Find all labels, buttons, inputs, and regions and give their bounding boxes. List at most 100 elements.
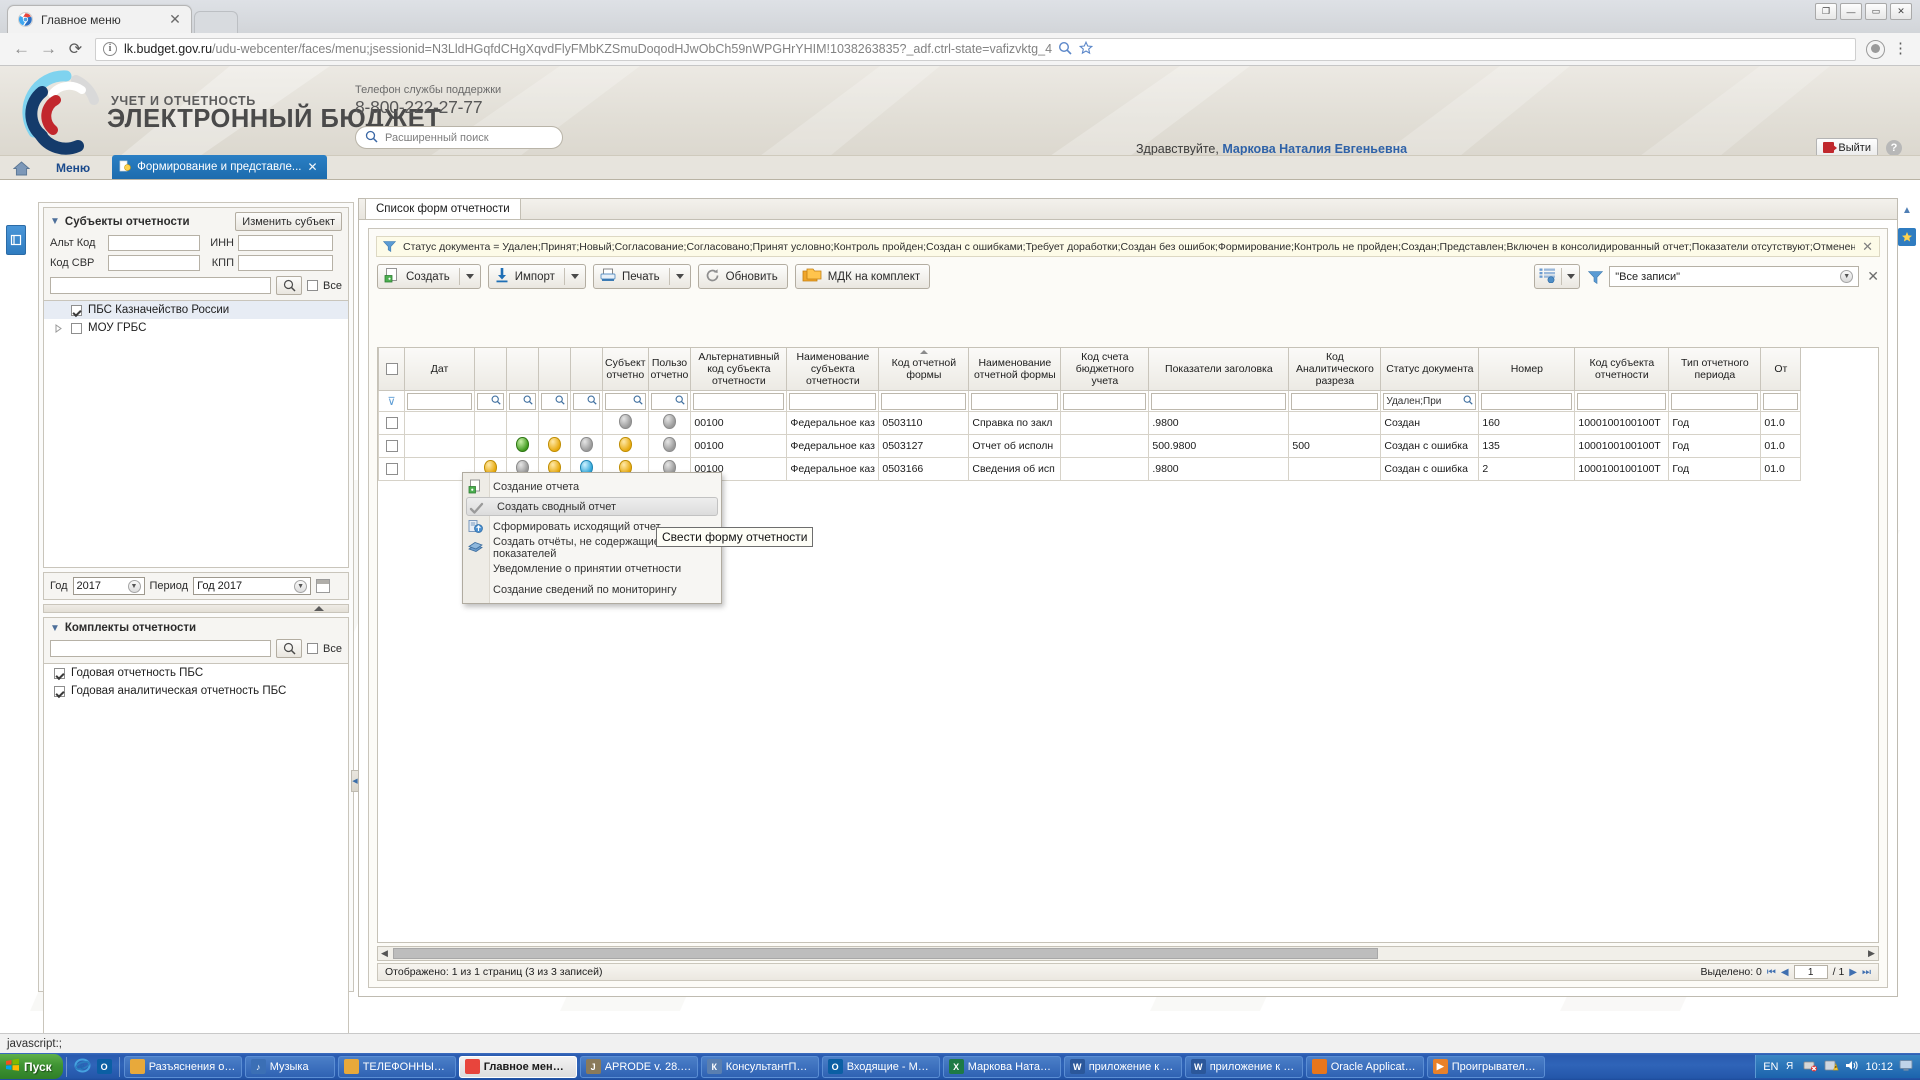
page-number-input[interactable]: 1 <box>1794 965 1828 979</box>
row-checkbox[interactable] <box>386 417 398 429</box>
tree-item-pbs[interactable]: ПБС Казначейство России <box>44 301 348 319</box>
grid-column-header[interactable] <box>475 348 507 391</box>
taskbar-item[interactable]: Wприложение к пис... <box>1064 1056 1182 1078</box>
bookmark-star-icon[interactable] <box>1079 41 1093 58</box>
chevron-down-icon[interactable] <box>466 274 474 279</box>
grid-filter-input[interactable]: Удален;При <box>1383 393 1476 410</box>
kit-checkbox[interactable] <box>54 668 65 679</box>
input-method-icon[interactable]: Я <box>1784 1059 1797 1075</box>
taskbar-item[interactable]: Разъяснения о сд... <box>124 1056 242 1078</box>
grid-column-header[interactable]: Код отчетной формы <box>879 348 969 391</box>
security-icon[interactable] <box>1824 1059 1839 1075</box>
grid-column-header[interactable]: Наименование отчетной формы <box>969 348 1061 391</box>
back-icon[interactable]: ← <box>8 36 35 63</box>
menu-item-monitoring-info[interactable]: Создание сведений по мониторингу <box>463 579 721 600</box>
import-button[interactable]: Импорт <box>488 264 586 289</box>
grid-filter-input[interactable] <box>573 393 600 410</box>
chevron-down-icon[interactable]: ▼ <box>294 580 307 593</box>
next-page-icon[interactable]: ▶ <box>1849 967 1857 978</box>
mdk-button[interactable]: МДК на комплект <box>795 264 930 289</box>
grid-filter-input[interactable] <box>605 393 646 410</box>
lookup-search-icon[interactable] <box>555 395 565 408</box>
scroll-left-icon[interactable]: ◀ <box>378 948 391 959</box>
grid-column-header[interactable] <box>379 348 405 391</box>
language-indicator[interactable]: EN <box>1763 1061 1778 1073</box>
window-minimize-button[interactable]: — <box>1840 3 1862 20</box>
kits-search-button[interactable] <box>276 639 302 658</box>
list-item[interactable]: Годовая отчетность ПБС <box>44 664 348 682</box>
first-page-icon[interactable]: ⏮ <box>1767 967 1776 978</box>
taskbar-item[interactable]: Wприложение к пис... <box>1185 1056 1303 1078</box>
menu-item-create-report[interactable]: Создание отчета <box>463 476 721 497</box>
filter-icon[interactable] <box>1588 271 1601 282</box>
grid-filter-input[interactable] <box>971 393 1058 410</box>
filter-toggle-icon[interactable]: ⊽ <box>381 395 402 408</box>
table-row[interactable]: 00100Федеральное каз0503127Отчет об испо… <box>379 435 1801 458</box>
create-button[interactable]: Создать <box>377 264 481 289</box>
status-indicator-icon[interactable] <box>548 437 561 452</box>
close-tab-icon[interactable]: ✕ <box>308 160 318 174</box>
tab-report-forms-list[interactable]: Список форм отчетности <box>365 198 521 219</box>
tree-item-mou[interactable]: МОУ ГРБС <box>44 319 348 337</box>
subjects-search-input[interactable] <box>50 277 271 294</box>
taskbar-item[interactable]: ТЕЛЕФОННЫЕ СПР... <box>338 1056 456 1078</box>
scroll-right-icon[interactable]: ▶ <box>1865 948 1878 959</box>
close-search-icon[interactable]: ✕ <box>1867 268 1879 285</box>
internet-explorer-icon[interactable]: e <box>74 1057 91 1077</box>
subjects-search-button[interactable] <box>276 276 302 295</box>
taskbar-item[interactable]: Главное меню - ... <box>459 1056 577 1078</box>
row-checkbox[interactable] <box>386 440 398 452</box>
status-indicator-icon[interactable] <box>663 414 676 429</box>
lookup-search-icon[interactable] <box>675 395 685 408</box>
grid-filter-input[interactable] <box>1291 393 1378 410</box>
grid-filter-input[interactable] <box>1671 393 1758 410</box>
chevron-down-icon[interactable] <box>676 274 684 279</box>
chevron-down-icon[interactable]: ▼ <box>50 216 60 227</box>
saved-search-select[interactable]: "Все записи" ▼ <box>1609 266 1859 287</box>
lookup-search-icon[interactable] <box>633 395 643 408</box>
lookup-search-icon[interactable] <box>587 395 597 408</box>
grid-filter-input[interactable] <box>693 393 784 410</box>
last-page-icon[interactable]: ⏭ <box>1862 967 1871 978</box>
collapse-panel-icon[interactable]: ▲ <box>1899 202 1915 218</box>
grid-column-header[interactable]: Пользо отчетно <box>648 348 691 391</box>
grid-filter-input[interactable] <box>1577 393 1666 410</box>
collapse-up-icon[interactable] <box>314 606 324 611</box>
kpp-input[interactable] <box>238 255 333 271</box>
status-indicator-icon[interactable] <box>580 437 593 452</box>
panel-splitter[interactable] <box>43 604 349 613</box>
browser-tab[interactable]: Главное меню ✕ <box>7 5 192 33</box>
start-button[interactable]: Пуск <box>0 1054 63 1079</box>
taskbar-item[interactable]: OВходящие - Marko... <box>822 1056 940 1078</box>
window-restore-button[interactable]: ❐ <box>1815 3 1837 20</box>
tree-item-checkbox[interactable] <box>71 305 82 316</box>
address-bar[interactable]: i lk.budget.gov.ru/udu-webcenter/faces/m… <box>95 38 1856 61</box>
grid-column-header[interactable]: Показатели заголовка <box>1149 348 1289 391</box>
user-name-link[interactable]: Маркова Наталия Евгеньевна <box>1222 142 1407 156</box>
menu-item-acceptance-notice[interactable]: Уведомление о принятии отчетности <box>463 558 721 579</box>
grid-filter-input[interactable] <box>477 393 504 410</box>
expand-arrow-icon[interactable] <box>54 323 65 334</box>
clear-filter-icon[interactable]: ✕ <box>1862 239 1873 255</box>
grid-filter-input[interactable] <box>789 393 876 410</box>
grid-column-header[interactable]: Наименование субъекта отчетности <box>787 348 879 391</box>
advanced-search-box[interactable]: Расширенный поиск <box>355 126 563 149</box>
taskbar-item[interactable]: ▶Проигрыватель ... <box>1427 1056 1545 1078</box>
table-row[interactable]: 00100Федеральное каз0503110Справка по за… <box>379 412 1801 435</box>
grid-column-header[interactable]: Номер <box>1479 348 1575 391</box>
print-button[interactable]: Печать <box>593 264 691 289</box>
list-item[interactable]: Годовая аналитическая отчетность ПБС <box>44 682 348 700</box>
clock-label[interactable]: 10:12 <box>1865 1061 1893 1073</box>
row-checkbox[interactable] <box>386 463 398 475</box>
calendar-icon[interactable] <box>316 579 330 593</box>
grid-filter-input[interactable] <box>1763 393 1798 410</box>
chevron-down-icon[interactable]: ▼ <box>128 580 141 593</box>
network-icon[interactable] <box>1803 1059 1818 1075</box>
lookup-search-icon[interactable] <box>491 395 501 408</box>
reload-icon[interactable]: ⟳ <box>62 36 89 63</box>
grid-filter-input[interactable] <box>881 393 966 410</box>
chevron-down-icon[interactable]: ▼ <box>1840 270 1853 283</box>
window-close-button[interactable]: ✕ <box>1890 3 1912 20</box>
taskbar-item[interactable]: JAPRODE v. 28.1.0... <box>580 1056 698 1078</box>
grid-filter-input[interactable] <box>1151 393 1286 410</box>
